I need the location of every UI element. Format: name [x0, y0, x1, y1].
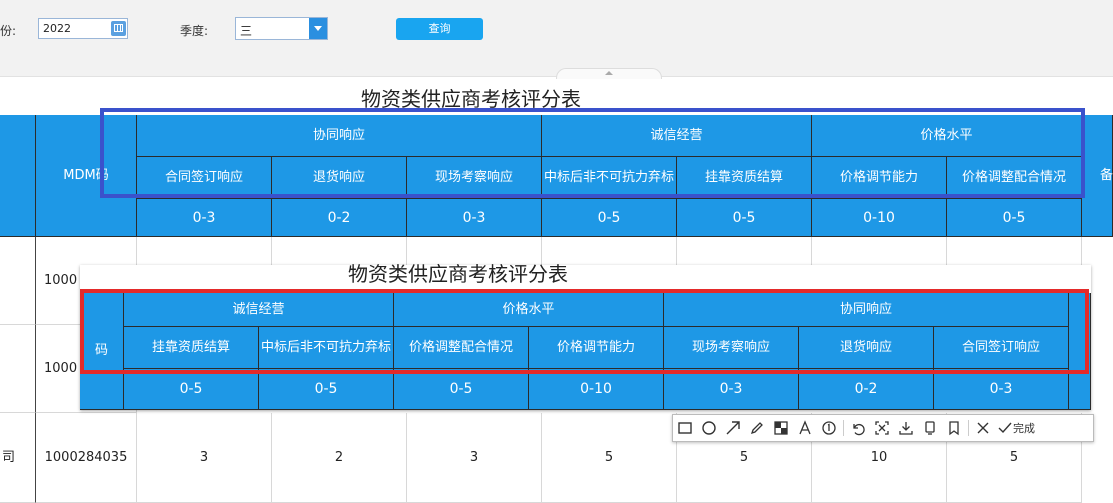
header-remark-partial: 备: [1082, 115, 1113, 237]
filter-bar: 份: 2022 季度: 三 查询: [0, 0, 1113, 79]
toolbar-divider: [968, 420, 969, 436]
overlay-score-range: 0-5: [394, 369, 529, 410]
table-cell-score: 5: [542, 413, 677, 503]
year-label: 份:: [0, 24, 17, 38]
overlay-score-range: 0-2: [799, 369, 934, 410]
pin-icon[interactable]: [918, 416, 942, 440]
table-cell-code: 1000284035: [36, 413, 137, 503]
highlight-box-blue: [100, 108, 1085, 198]
toolbar-divider: [843, 420, 844, 436]
table-cell-score: 3: [137, 413, 272, 503]
score-range: 0-10: [812, 199, 947, 237]
undo-icon[interactable]: [846, 416, 870, 440]
overlay-score-range: 0-10: [529, 369, 664, 410]
year-input[interactable]: 2022: [38, 18, 128, 39]
done-button[interactable]: 完成: [997, 420, 1035, 436]
annotation-toolbar: 完成: [672, 414, 1094, 442]
arrow-icon[interactable]: [721, 416, 745, 440]
rectangle-icon[interactable]: [673, 416, 697, 440]
ellipse-icon[interactable]: [697, 416, 721, 440]
table-cell: [0, 325, 36, 413]
query-button[interactable]: 查询: [396, 18, 483, 40]
score-range: 0-5: [947, 199, 1082, 237]
overlay-score-range: 0-3: [934, 369, 1069, 410]
overlay-title: 物资类供应商考核评分表: [348, 262, 568, 286]
table-cell: [0, 237, 36, 325]
mosaic-icon[interactable]: [769, 416, 793, 440]
highlight-box-red: [80, 289, 1089, 374]
table-cell: 司: [0, 413, 36, 503]
overlay-score-range: 0-5: [259, 369, 394, 410]
number-icon[interactable]: [817, 416, 841, 440]
download-icon[interactable]: [894, 416, 918, 440]
chevron-down-icon[interactable]: [309, 18, 327, 39]
score-range: 0-3: [137, 199, 272, 237]
year-value: 2022: [43, 22, 71, 35]
text-icon[interactable]: [793, 416, 817, 440]
overlay-score-range: 0-5: [124, 369, 259, 410]
season-select[interactable]: 三: [235, 17, 328, 40]
check-icon: [998, 422, 1012, 434]
score-range: 0-5: [677, 199, 812, 237]
pencil-icon[interactable]: [745, 416, 769, 440]
bookmark-icon[interactable]: [942, 416, 966, 440]
table-cell-score: 3: [407, 413, 542, 503]
season-label: 季度:: [180, 24, 209, 38]
season-value: 三: [240, 24, 253, 38]
done-label: 完成: [1013, 422, 1035, 435]
score-range: 0-3: [407, 199, 542, 237]
header-blank-cell: [0, 115, 36, 237]
calendar-icon[interactable]: [111, 21, 126, 36]
score-range: 0-5: [542, 199, 677, 237]
overlay-score-range: 0-3: [664, 369, 799, 410]
collapse-toggle[interactable]: [556, 68, 662, 79]
table-cell-score: 2: [272, 413, 407, 503]
crop-icon[interactable]: [870, 416, 894, 440]
close-icon[interactable]: [971, 416, 995, 440]
score-range: 0-2: [272, 199, 407, 237]
